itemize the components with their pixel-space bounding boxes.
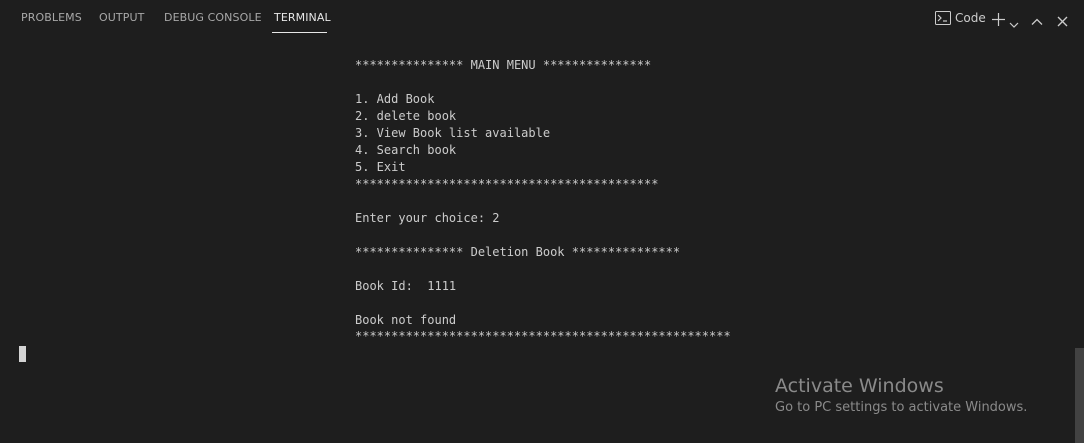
plus-icon[interactable]: [992, 11, 1005, 26]
terminal-line: *************** Deletion Book **********…: [355, 245, 681, 259]
tab-debug-console[interactable]: DEBUG CONSOLE: [164, 11, 262, 24]
terminal-icon[interactable]: [935, 10, 951, 25]
terminal-line: 1. Add Book: [355, 92, 435, 106]
terminal-line: Book not found: [355, 313, 457, 327]
close-icon[interactable]: [1057, 12, 1068, 27]
terminal-scrollbar[interactable]: [1075, 348, 1084, 443]
terminal-line: *************** MAIN MENU **************…: [355, 58, 652, 72]
terminal-line: 4. Search book: [355, 143, 457, 157]
terminal-line: 3. View Book list available: [355, 126, 551, 140]
activate-windows-title: Activate Windows: [775, 375, 944, 397]
panel-tab-bar: PROBLEMS OUTPUT DEBUG CONSOLE TERMINAL C…: [0, 0, 1084, 36]
chevron-up-icon[interactable]: [1031, 12, 1043, 25]
terminal-cursor: [19, 346, 26, 362]
tab-terminal[interactable]: TERMINAL: [274, 11, 331, 24]
activate-windows-subtitle: Go to PC settings to activate Windows.: [775, 400, 1028, 415]
terminal-line: Book Id: 1111: [355, 279, 457, 293]
terminal-line: 5. Exit: [355, 160, 406, 174]
active-tab-indicator: [272, 32, 327, 33]
chevron-down-icon[interactable]: [1009, 14, 1019, 28]
terminal-line: 2. delete book: [355, 109, 457, 123]
tab-problems[interactable]: PROBLEMS: [21, 11, 82, 24]
terminal-line: ****************************************…: [355, 329, 731, 343]
terminal-panel: PROBLEMS OUTPUT DEBUG CONSOLE TERMINAL C…: [0, 0, 1084, 443]
terminal-label[interactable]: Code: [955, 11, 986, 25]
terminal-line: ****************************************…: [355, 177, 659, 191]
terminal-line: Enter your choice: 2: [355, 211, 500, 225]
tab-output[interactable]: OUTPUT: [99, 11, 144, 24]
